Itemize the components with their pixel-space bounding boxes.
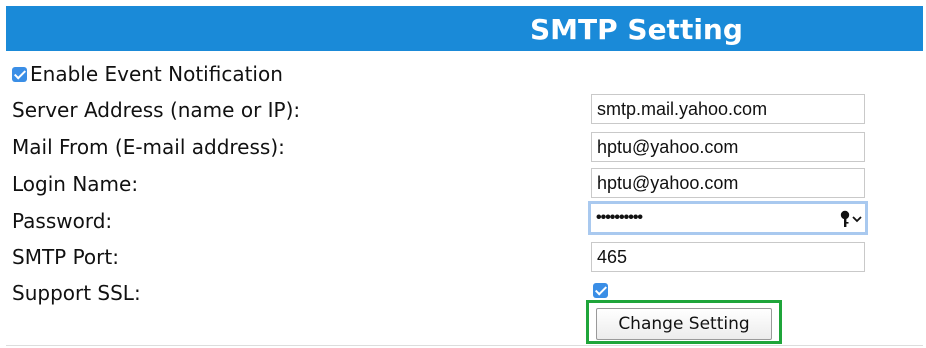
password-input[interactable]: •••••••••• [588, 201, 868, 235]
header-bar: SMTP Setting [6, 6, 923, 51]
smtp-port-input[interactable]: 465 [591, 242, 865, 272]
login-name-input[interactable]: hptu@yahoo.com [591, 168, 865, 198]
support-ssl-label: Support SSL: [12, 281, 141, 305]
smtp-port-label: SMTP Port: [12, 245, 119, 269]
page-title: SMTP Setting [530, 13, 743, 46]
key-icon[interactable] [839, 210, 851, 228]
mail-from-input[interactable]: hptu@yahoo.com [591, 132, 865, 162]
password-label: Password: [12, 209, 113, 233]
server-address-label: Server Address (name or IP): [12, 98, 301, 122]
support-ssl-checkbox[interactable] [593, 283, 608, 298]
bottom-divider [6, 345, 923, 346]
chevron-down-icon[interactable] [851, 210, 863, 228]
mail-from-label: Mail From (E-mail address): [12, 135, 285, 159]
login-name-label: Login Name: [12, 172, 139, 196]
password-value: •••••••••• [596, 209, 643, 226]
change-setting-button[interactable]: Change Setting [596, 308, 772, 340]
enable-notification-checkbox[interactable] [12, 67, 27, 82]
enable-notification-label: Enable Event Notification [30, 62, 283, 86]
server-address-input[interactable]: smtp.mail.yahoo.com [591, 94, 865, 124]
